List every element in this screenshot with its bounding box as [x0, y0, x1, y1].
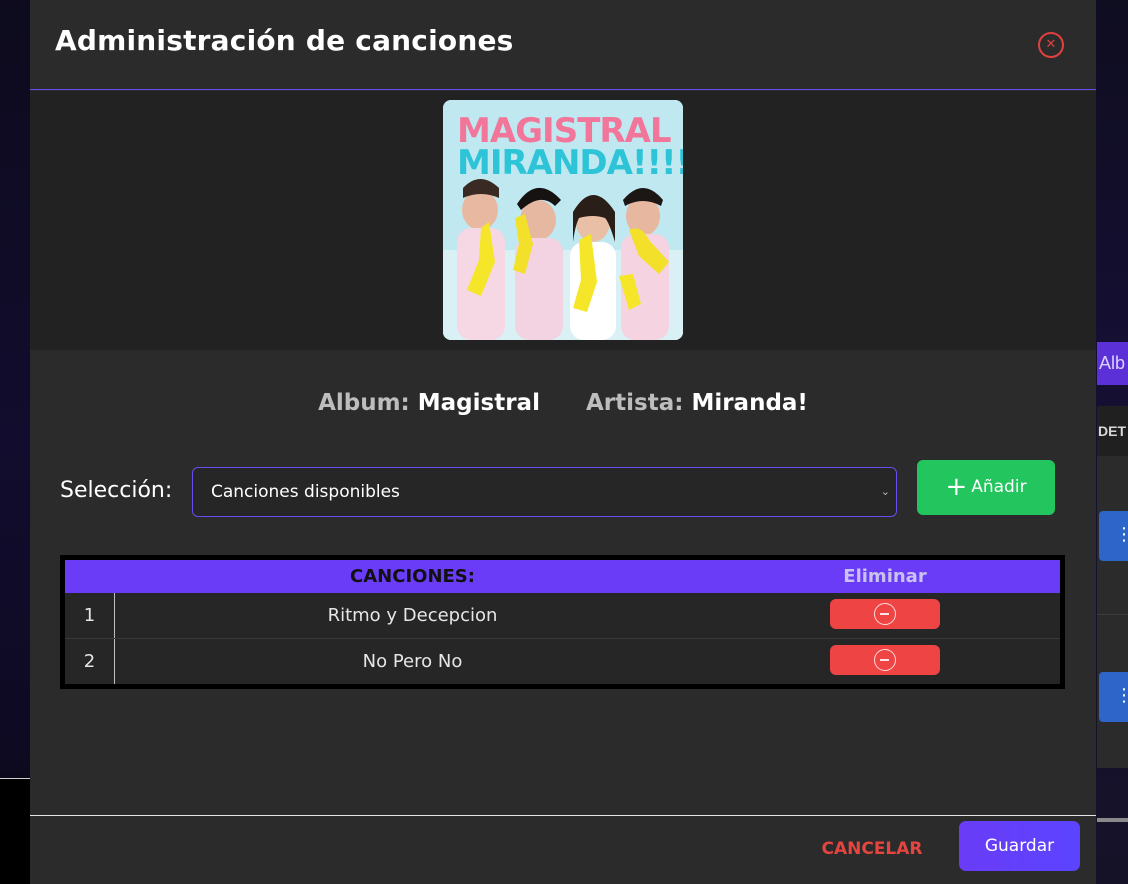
plus-icon: +	[945, 472, 968, 502]
table-header: CANCIONES: Eliminar	[65, 560, 1060, 593]
background-tab[interactable]: Alb	[1097, 342, 1128, 385]
songs-table: CANCIONES: Eliminar 1 Ritmo y Decepcion …	[60, 555, 1065, 689]
album-name: Magistral	[417, 390, 540, 416]
header-delete: Eliminar	[843, 566, 927, 587]
background-table-header: DET	[1097, 406, 1128, 456]
album-cover-image: MAGISTRAL MIRANDA!!!!	[443, 100, 683, 340]
song-name: Ritmo y Decepcion	[327, 605, 498, 626]
row-index: 2	[65, 639, 115, 684]
kebab-menu-icon[interactable]: ⋮	[1099, 672, 1128, 722]
add-song-button[interactable]: + Añadir	[917, 460, 1055, 515]
album-cover: MAGISTRAL MIRANDA!!!!	[443, 100, 683, 340]
background-scrollbar	[1097, 818, 1128, 822]
modal-header: Administración de canciones ✕	[30, 0, 1096, 90]
background-footer	[0, 779, 30, 884]
album-label: Album:	[318, 390, 410, 416]
add-button-label: Añadir	[971, 477, 1027, 497]
kebab-menu-icon[interactable]: ⋮	[1099, 511, 1128, 561]
table-row: 2 No Pero No	[65, 639, 1060, 684]
header-songs: CANCIONES:	[350, 566, 475, 587]
song-admin-modal: Administración de canciones ✕ MAGISTRAL …	[30, 0, 1096, 884]
background-row-divider	[1097, 614, 1128, 615]
album-info: Album: Magistral Artista: Miranda!	[30, 390, 1096, 416]
row-index: 1	[65, 593, 115, 638]
song-select[interactable]: Canciones disponibles ⌄	[192, 467, 897, 517]
artist-label: Artista:	[585, 390, 684, 416]
cover-artist-text: MIRANDA!!!!	[457, 143, 683, 183]
footer-divider	[30, 815, 1096, 816]
cover-area: MAGISTRAL MIRANDA!!!!	[30, 91, 1096, 350]
cancel-button[interactable]: CANCELAR	[812, 836, 932, 862]
table-row: 1 Ritmo y Decepcion	[65, 593, 1060, 639]
artist-name: Miranda!	[691, 390, 808, 416]
modal-title: Administración de canciones	[55, 24, 514, 57]
minus-circle-icon	[874, 649, 896, 671]
save-button[interactable]: Guardar	[959, 821, 1080, 871]
minus-circle-icon	[874, 603, 896, 625]
song-name: No Pero No	[362, 651, 463, 672]
delete-song-button[interactable]	[830, 599, 940, 629]
close-icon[interactable]: ✕	[1038, 32, 1064, 58]
background-left	[0, 0, 30, 884]
selection-label: Selección:	[60, 478, 173, 503]
song-select-value: Canciones disponibles	[211, 482, 400, 502]
delete-song-button[interactable]	[830, 645, 940, 675]
chevron-down-icon: ⌄	[880, 485, 890, 498]
